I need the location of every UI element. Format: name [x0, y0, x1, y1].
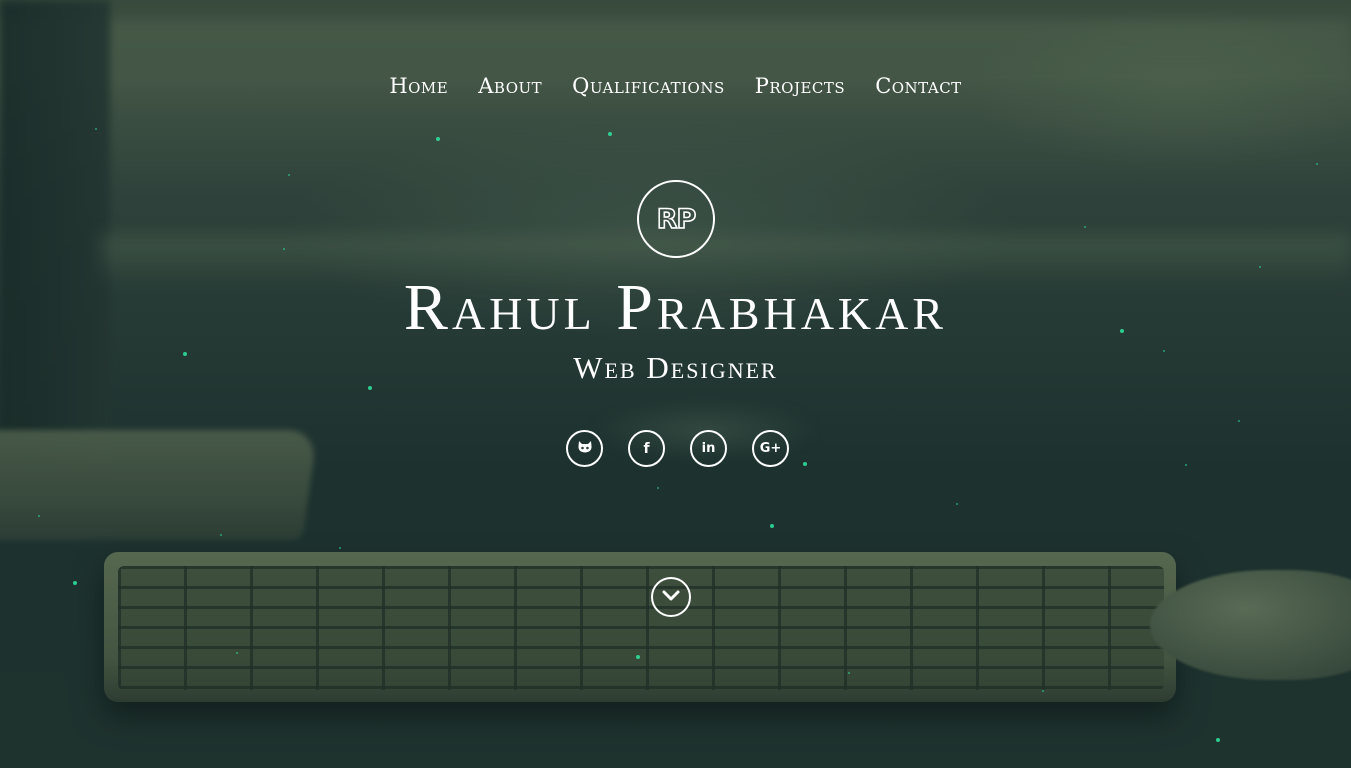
chevron-down-icon — [661, 588, 681, 607]
particle — [436, 137, 440, 141]
particle — [236, 652, 238, 654]
particle — [956, 503, 958, 505]
nav-link-contact[interactable]: Contact — [875, 74, 962, 98]
particle — [1042, 690, 1044, 692]
particle — [803, 462, 807, 466]
particle — [636, 655, 640, 659]
github-icon — [577, 440, 593, 458]
social-links: f in G+ — [566, 430, 789, 467]
particle — [1185, 464, 1187, 466]
nav-link-qualifications[interactable]: Qualifications — [572, 74, 725, 98]
linkedin-icon: in — [701, 441, 716, 456]
facebook-icon: f — [643, 440, 650, 457]
particle — [220, 534, 222, 536]
particle — [848, 672, 850, 674]
facebook-button[interactable]: f — [628, 430, 665, 467]
hero-name: Rahul Prabhakar — [403, 271, 948, 344]
nav-link-projects[interactable]: Projects — [755, 74, 845, 98]
linkedin-button[interactable]: in — [690, 430, 727, 467]
hero-role: Web Designer — [573, 350, 778, 385]
nav-link-home[interactable]: Home — [389, 74, 448, 98]
logo: RP — [637, 180, 715, 258]
particle — [1238, 420, 1240, 422]
nav-link-about[interactable]: About — [478, 74, 542, 98]
main-nav: Home About Qualifications Projects Conta… — [0, 74, 1351, 98]
particle — [73, 581, 77, 585]
particle — [95, 128, 97, 130]
scroll-down-button[interactable] — [651, 577, 691, 617]
particle — [288, 174, 290, 176]
google-plus-icon: G+ — [759, 441, 782, 456]
particle — [283, 248, 285, 250]
particle — [1316, 163, 1318, 165]
particle — [657, 487, 659, 489]
particle — [38, 515, 40, 517]
particle — [1216, 738, 1220, 742]
particle — [770, 524, 774, 528]
particle — [1084, 226, 1086, 228]
github-button[interactable] — [566, 430, 603, 467]
particle — [608, 132, 612, 136]
logo-text: RP — [656, 203, 697, 236]
google-plus-button[interactable]: G+ — [752, 430, 789, 467]
particle — [339, 547, 341, 549]
